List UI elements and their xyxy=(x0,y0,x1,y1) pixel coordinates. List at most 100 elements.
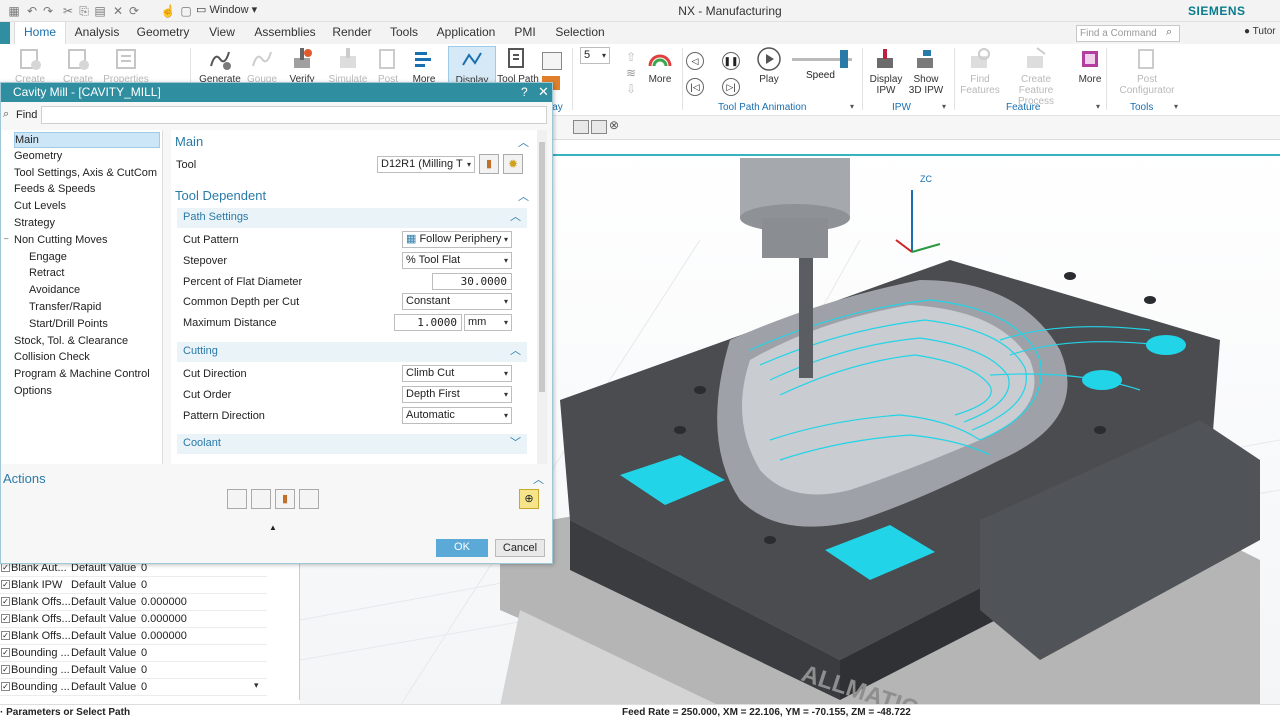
nav-item-collision-check[interactable]: Collision Check xyxy=(14,350,90,366)
cancel-button[interactable]: Cancel xyxy=(495,539,545,557)
section-tool-dependent[interactable]: Tool Dependent ︿ xyxy=(175,188,535,203)
verify-button[interactable]: Verify xyxy=(278,46,326,85)
row-checkbox[interactable]: ✓ xyxy=(1,631,10,640)
chevron-down-icon[interactable]: ▾ xyxy=(850,102,854,111)
section-main[interactable]: Main ︿ xyxy=(175,134,535,149)
toolpath-list-button[interactable]: Tool Path xyxy=(494,46,542,85)
chevron-down-icon[interactable]: ▾ xyxy=(254,680,259,691)
show-3d-ipw-button[interactable]: Show 3D IPW xyxy=(906,46,946,96)
nav-item-transfer-rapid[interactable]: Transfer/Rapid xyxy=(29,300,101,316)
verify-action-icon[interactable]: ▮ xyxy=(275,489,295,509)
chevron-down-icon[interactable]: ▾ xyxy=(1096,102,1100,111)
collapse-icon[interactable]: ︿ xyxy=(510,208,521,227)
find-input[interactable] xyxy=(41,106,547,124)
common-depth-select[interactable]: Constant ▾ xyxy=(402,293,512,310)
properties-scrollbar[interactable] xyxy=(537,130,547,464)
feature-process-icon[interactable]: ⊕ xyxy=(519,489,539,509)
ok-button[interactable]: OK xyxy=(436,539,488,557)
row-checkbox[interactable]: ✓ xyxy=(1,614,10,623)
table-row[interactable]: ✓ Bounding ... Default Value 0 xyxy=(0,662,267,679)
list-action-icon[interactable] xyxy=(299,489,319,509)
filter-icon[interactable] xyxy=(591,120,607,134)
subsection-coolant[interactable]: Coolant ﹀ xyxy=(177,434,527,454)
row-checkbox[interactable]: ✓ xyxy=(1,665,10,674)
table-row[interactable]: ✓ Blank Offs... Default Value 0.000000 xyxy=(0,594,267,611)
tab-selection[interactable]: Selection xyxy=(550,22,610,44)
close-icon[interactable]: ✕ xyxy=(538,83,549,101)
display-ipw-button[interactable]: Display IPW xyxy=(866,46,906,96)
tree-collapse-icon[interactable]: – xyxy=(4,234,8,243)
collapse-icon[interactable]: ︿ xyxy=(510,342,521,361)
chevron-down-icon[interactable]: ▾ xyxy=(1174,102,1178,111)
tab-pmi[interactable]: PMI xyxy=(508,22,542,44)
edit-tool-icon[interactable]: ▮ xyxy=(479,154,499,174)
find-features-button[interactable]: Find Features xyxy=(958,46,1002,96)
show-hide-icon[interactable] xyxy=(573,120,589,134)
nav-item-stock-tol-clearance[interactable]: Stock, Tol. & Clearance xyxy=(14,334,128,350)
nav-item-engage[interactable]: Engage xyxy=(29,250,67,266)
tab-geometry[interactable]: Geometry xyxy=(132,22,194,44)
more-operations-button[interactable]: More xyxy=(400,46,448,85)
row-checkbox[interactable]: ✓ xyxy=(1,563,10,572)
collapse-icon[interactable]: ︿ xyxy=(518,188,529,204)
collapse-icon[interactable]: ︿ xyxy=(518,134,529,150)
display-toolpath-button[interactable]: Display xyxy=(448,46,496,86)
stack-icon[interactable]: ≋ xyxy=(626,66,636,80)
row-checkbox[interactable]: ✓ xyxy=(1,682,10,691)
nav-item-tool-settings-axis-cutcom[interactable]: Tool Settings, Axis & CutCom xyxy=(14,166,157,182)
nav-item-non-cutting-moves[interactable]: Non Cutting Moves xyxy=(14,233,108,249)
stepover-select[interactable]: % Tool Flat ▾ xyxy=(402,252,512,269)
section-actions[interactable]: Actions ︿ xyxy=(1,469,552,489)
display-tool-icon[interactable]: ✹ xyxy=(503,154,523,174)
pause-icon[interactable]: ❚❚ xyxy=(722,52,740,70)
table-row[interactable]: ✓ Blank Offs... Default Value 0.000000 xyxy=(0,628,267,645)
generate-button[interactable]: Generate xyxy=(196,46,244,85)
max-distance-input[interactable]: 1.0000 xyxy=(394,314,462,331)
max-distance-unit-select[interactable]: mm ▾ xyxy=(464,314,512,331)
tab-home[interactable]: Home xyxy=(14,22,66,44)
row-checkbox[interactable]: ✓ xyxy=(1,597,10,606)
collapse-icon[interactable]: ︿ xyxy=(533,471,544,487)
nav-item-cut-levels[interactable]: Cut Levels xyxy=(14,199,66,215)
speed-slider-thumb[interactable] xyxy=(840,50,848,68)
toolpath-table-icon[interactable] xyxy=(542,52,562,70)
tool-select[interactable]: D12R1 (Milling T ▾ xyxy=(377,156,475,173)
scrollbar-thumb[interactable] xyxy=(539,142,545,392)
table-row[interactable]: ✓ Bounding ... Default Value 0 xyxy=(0,679,267,696)
create-operation-button[interactable]: Create xyxy=(54,46,102,85)
table-row[interactable]: ✓ Blank Offs... Default Value 0.000000 xyxy=(0,611,267,628)
properties-button[interactable]: Properties xyxy=(102,46,150,85)
nav-item-geometry[interactable]: Geometry xyxy=(14,149,62,165)
table-row[interactable]: ✓ Bounding ... Default Value 0 xyxy=(0,645,267,662)
tab-render[interactable]: Render xyxy=(328,22,376,44)
create-feature-process-button[interactable]: Create Feature Process xyxy=(1004,46,1068,107)
subsection-cutting[interactable]: Cutting ︿ xyxy=(177,342,527,362)
table-row[interactable]: ✓ Blank IPW Default Value 0 xyxy=(0,577,267,594)
create-program-button[interactable]: Create xyxy=(6,46,54,85)
row-checkbox[interactable]: ✓ xyxy=(1,648,10,657)
more-display-button[interactable]: More xyxy=(640,46,680,85)
file-tab[interactable] xyxy=(0,22,10,44)
cut-order-select[interactable]: Depth First ▾ xyxy=(402,386,512,403)
post-configurator-button[interactable]: Post Configurator xyxy=(1112,46,1182,96)
nav-item-program-machine-control[interactable]: Program & Machine Control xyxy=(14,367,150,383)
step-forward-icon[interactable]: ▷| xyxy=(722,78,740,96)
percent-flat-input[interactable]: 30.0000 xyxy=(432,273,512,290)
play-button[interactable]: Play xyxy=(750,46,788,85)
snap-icon[interactable]: ⊗ xyxy=(609,118,619,132)
tab-analysis[interactable]: Analysis xyxy=(70,22,124,44)
nav-item-avoidance[interactable]: Avoidance xyxy=(29,283,80,299)
expand-icon[interactable]: ﹀ xyxy=(510,434,521,453)
nav-item-main[interactable]: Main xyxy=(14,132,160,148)
arrow-up-icon[interactable]: ⇧ xyxy=(626,50,636,64)
generate-action-icon[interactable] xyxy=(227,489,247,509)
row-checkbox[interactable]: ✓ xyxy=(1,580,10,589)
nav-item-options[interactable]: Options xyxy=(14,384,52,400)
cut-direction-select[interactable]: Climb Cut ▾ xyxy=(402,365,512,382)
nav-item-retract[interactable]: Retract xyxy=(29,266,64,282)
tutorial-link[interactable]: ● Tutor xyxy=(1244,26,1276,37)
pattern-direction-select[interactable]: Automatic ▾ xyxy=(402,407,512,424)
speed-level-select[interactable]: 5 ▾ xyxy=(580,47,610,64)
step-back-icon[interactable]: ◁ xyxy=(686,52,704,70)
rewind-icon[interactable]: |◁ xyxy=(686,78,704,96)
